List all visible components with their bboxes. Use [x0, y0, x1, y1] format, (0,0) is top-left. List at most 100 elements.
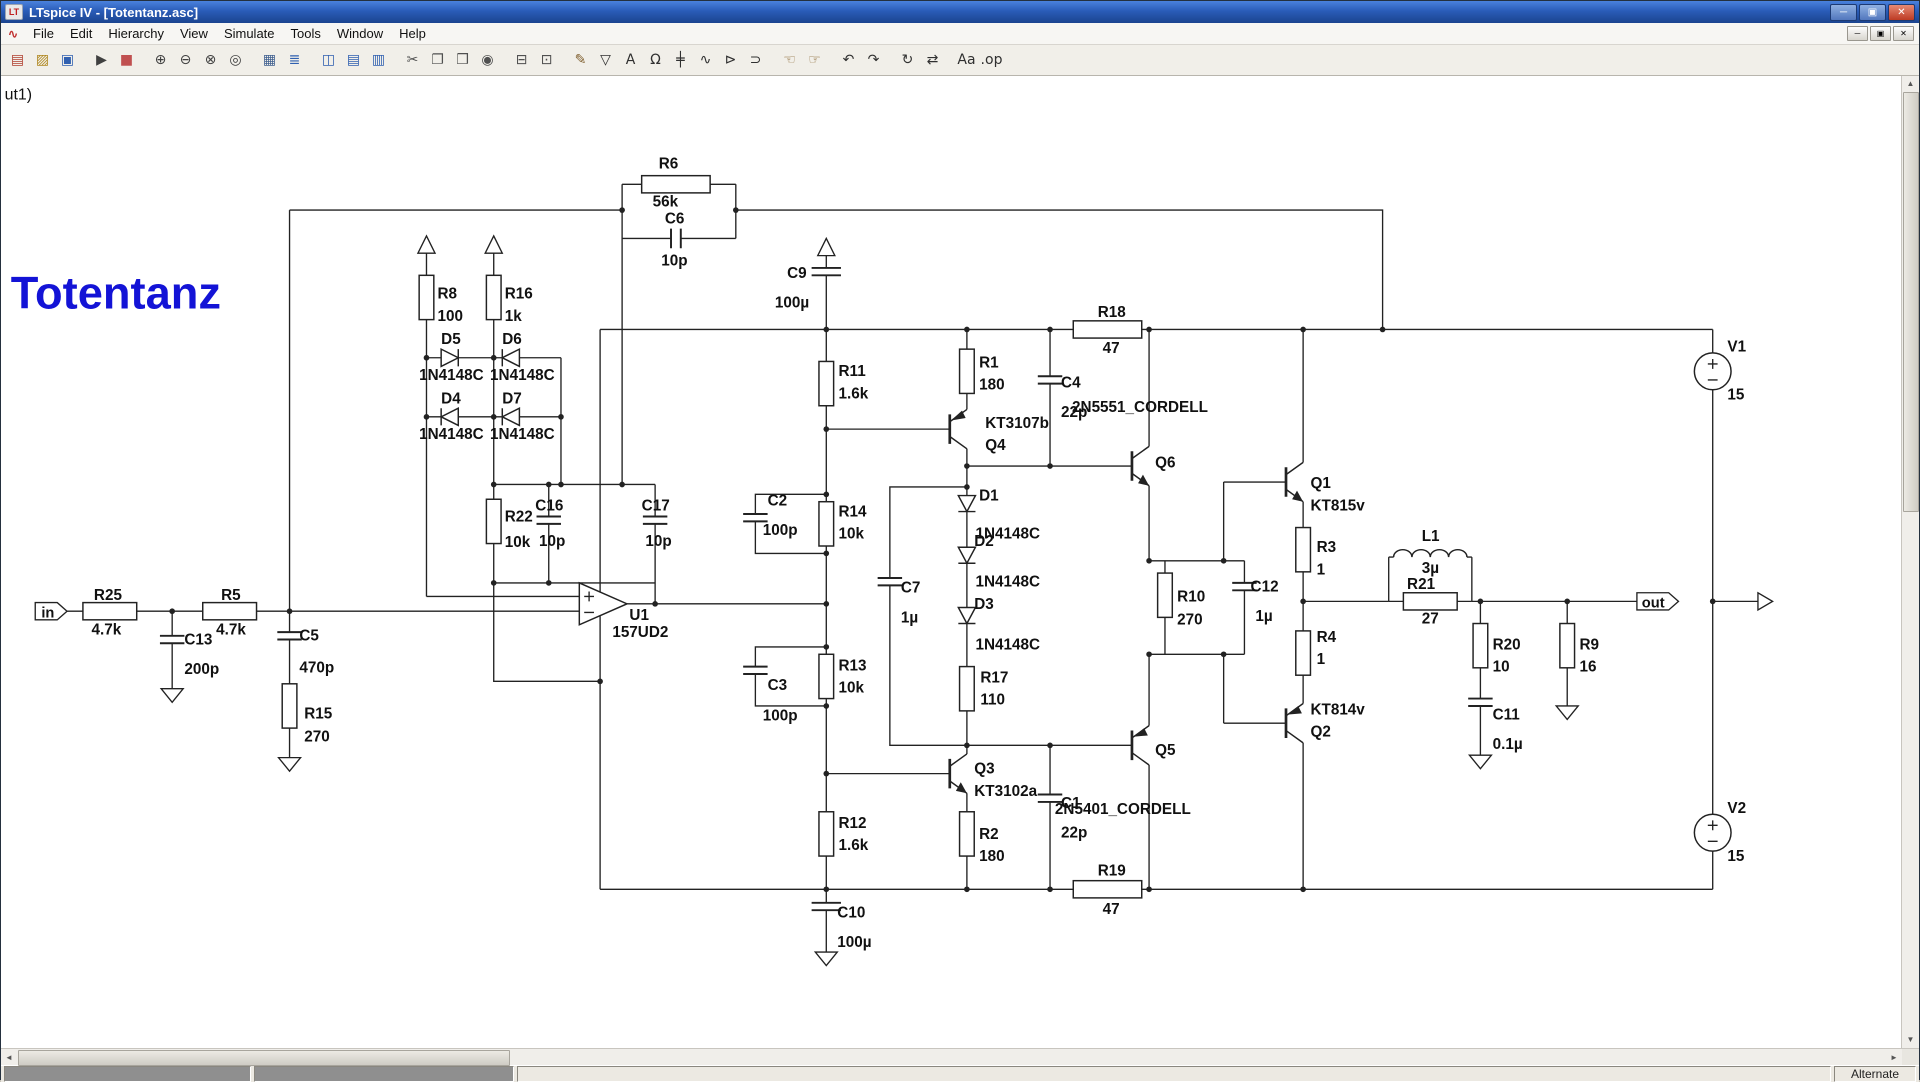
sch-label-C2-42[interactable]: C2	[768, 492, 788, 509]
vertical-scrollbar[interactable]: ▲ ▼	[1901, 76, 1919, 1048]
horizontal-scroll-thumb[interactable]	[18, 1050, 510, 1066]
label-net-icon[interactable]: A	[618, 48, 643, 73]
sch-label-10p-23[interactable]: 10p	[645, 533, 671, 550]
menu-tools[interactable]: Tools	[283, 24, 329, 43]
component-icon[interactable]: ⊃	[743, 48, 768, 73]
find-icon[interactable]: ◉	[475, 48, 500, 73]
sch-label-157UD2-25[interactable]: 157UD2	[612, 624, 668, 641]
drag-icon[interactable]: ☞	[802, 48, 827, 73]
sch-label-0.1-103[interactable]: 0.1µ	[1493, 736, 1523, 753]
sch-label-1N4148C-61[interactable]: 1N4148C	[975, 574, 1040, 591]
sch-label-1k-9[interactable]: 1k	[505, 308, 522, 325]
sch-label-47-83[interactable]: 47	[1103, 901, 1120, 918]
sch-label-R8-6[interactable]: R8	[437, 286, 457, 303]
sch-label-1N4148C-15[interactable]: 1N4148C	[419, 426, 484, 443]
undo-icon[interactable]: ↶	[836, 48, 861, 73]
print-icon[interactable]: ⊟	[509, 48, 534, 73]
move-icon[interactable]: ☜	[777, 48, 802, 73]
sch-label-C3-48[interactable]: C3	[768, 677, 788, 694]
sch-label-10p-21[interactable]: 10p	[539, 533, 565, 550]
sch-label-D6-12[interactable]: D6	[502, 331, 522, 348]
sch-label-R22-18[interactable]: R22	[505, 508, 533, 525]
sch-label-47-75[interactable]: 47	[1103, 340, 1120, 357]
sch-label-470p-33[interactable]: 470p	[299, 660, 334, 677]
sch-label-1-95[interactable]: 1	[1317, 651, 1326, 668]
sch-label-C4-72[interactable]: C4	[1061, 374, 1081, 391]
resistor-icon[interactable]: Ω	[643, 48, 668, 73]
sch-label-C7-64[interactable]: C7	[901, 580, 921, 597]
sch-label-D5-10[interactable]: D5	[441, 331, 461, 348]
sch-label-Q5-81[interactable]: Q5	[1155, 742, 1176, 759]
sch-label-270-35[interactable]: 270	[304, 729, 329, 746]
sch-label-R4-94[interactable]: R4	[1317, 629, 1337, 646]
sch-label-C6-4[interactable]: C6	[665, 211, 685, 228]
sch-label-Totentanz-1[interactable]: Totentanz	[11, 267, 221, 318]
sch-label-V2-108[interactable]: V2	[1727, 800, 1746, 817]
zoom-in-icon[interactable]: ⊕	[148, 48, 173, 73]
scroll-down-arrow[interactable]: ▼	[1902, 1032, 1919, 1048]
cut-icon[interactable]: ✂	[400, 48, 425, 73]
inductor-icon[interactable]: ∿	[693, 48, 718, 73]
tile-vertical-icon[interactable]: ▥	[366, 48, 391, 73]
sch-label-R6-2[interactable]: R6	[659, 155, 679, 172]
sch-label-R15-34[interactable]: R15	[304, 705, 333, 722]
print-preview-icon[interactable]: ⊡	[534, 48, 559, 73]
sch-label-R14-44[interactable]: R14	[839, 503, 868, 520]
sch-label-C16-20[interactable]: C16	[535, 497, 563, 514]
sch-label-D2-60[interactable]: D2	[974, 533, 994, 550]
ground-icon[interactable]: ▽	[593, 48, 618, 73]
sch-label-C13-28[interactable]: C13	[184, 631, 212, 648]
sch-label-KT814v-90[interactable]: KT814v	[1310, 702, 1365, 719]
sch-label-R1-54[interactable]: R1	[979, 355, 999, 372]
sch-label-R11-40[interactable]: R11	[839, 363, 867, 380]
sch-label-1-93[interactable]: 1	[1317, 561, 1326, 578]
sch-label-4.7k-27[interactable]: 4.7k	[91, 622, 121, 639]
sch-label-ut1-0[interactable]: ut1)	[5, 86, 32, 103]
open-icon[interactable]: ▨	[30, 48, 55, 73]
sch-label-R5-30[interactable]: R5	[221, 587, 241, 604]
sch-label-56k-3[interactable]: 56k	[653, 193, 679, 210]
mirror-icon[interactable]: ⇄	[920, 48, 945, 73]
sch-label-KT815v-89[interactable]: KT815v	[1310, 497, 1365, 514]
grid-icon[interactable]: ▦	[257, 48, 282, 73]
sch-label-C5-32[interactable]: C5	[299, 628, 319, 645]
sch-label-3-97[interactable]: 3µ	[1422, 560, 1439, 577]
sch-label-10k-47[interactable]: 10k	[839, 679, 865, 696]
sch-label-100p-49[interactable]: 100p	[763, 708, 798, 725]
text-icon[interactable]: Aa	[954, 48, 979, 73]
sch-label-C12-86[interactable]: C12	[1251, 578, 1279, 595]
pan-icon[interactable]: ◎	[223, 48, 248, 73]
sch-label-R2-70[interactable]: R2	[979, 826, 999, 843]
sch-label-1N4148C-13[interactable]: 1N4148C	[490, 367, 555, 384]
sch-label-D3-62[interactable]: D3	[974, 596, 994, 613]
sch-label-10p-5[interactable]: 10p	[661, 252, 687, 269]
sch-label-10k-45[interactable]: 10k	[839, 526, 865, 543]
close-button[interactable]: ✕	[1888, 4, 1915, 21]
child-minimize-button[interactable]: ─	[1847, 26, 1868, 41]
sch-label-Q6-77[interactable]: Q6	[1155, 454, 1175, 471]
menu-simulate[interactable]: Simulate	[216, 24, 283, 43]
child-restore-button[interactable]: ▣	[1870, 26, 1891, 41]
sch-label-15-109[interactable]: 15	[1727, 848, 1744, 865]
child-close-button[interactable]: ✕	[1893, 26, 1914, 41]
sch-label-C17-22[interactable]: C17	[642, 497, 670, 514]
vertical-scroll-thumb[interactable]	[1903, 92, 1919, 512]
minimize-button[interactable]: ─	[1830, 4, 1857, 21]
sch-label-D7-16[interactable]: D7	[502, 390, 522, 407]
sch-label-D1-58[interactable]: D1	[979, 487, 999, 504]
sch-label-R17-66[interactable]: R17	[980, 670, 1008, 687]
save-icon[interactable]: ▣	[55, 48, 80, 73]
sch-label-Q1-88[interactable]: Q1	[1310, 475, 1331, 492]
sch-label-R20-100[interactable]: R20	[1493, 636, 1521, 653]
plot-settings-icon[interactable]: ◫	[316, 48, 341, 73]
menu-view[interactable]: View	[172, 24, 216, 43]
sch-label-270-85[interactable]: 270	[1177, 612, 1202, 629]
menu-file[interactable]: File	[25, 24, 62, 43]
sch-label-R21-98[interactable]: R21	[1407, 576, 1436, 593]
menu-help[interactable]: Help	[391, 24, 434, 43]
wire-icon[interactable]: ✎	[568, 48, 593, 73]
sch-label-1.6k-41[interactable]: 1.6k	[839, 385, 869, 402]
sch-label-R19-82[interactable]: R19	[1098, 863, 1126, 880]
sch-label-100-53[interactable]: 100µ	[837, 934, 871, 951]
sch-label-R13-46[interactable]: R13	[839, 657, 867, 674]
